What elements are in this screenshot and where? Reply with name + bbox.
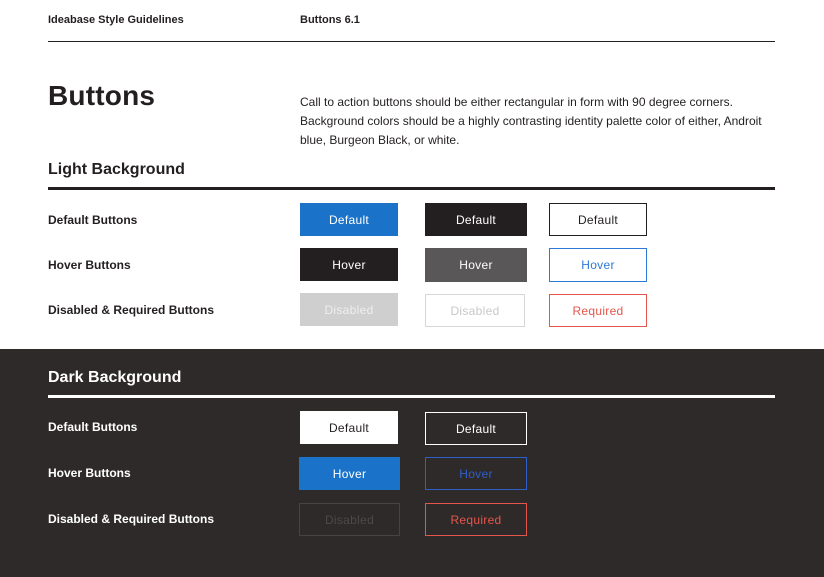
dark-section-rule: [48, 395, 775, 398]
dark-default-outline-button[interactable]: Default: [425, 412, 527, 445]
light-section-rule: [48, 187, 775, 190]
intro-text: Call to action buttons should be either …: [300, 95, 762, 147]
light-hover-grey-button[interactable]: Hover: [425, 248, 527, 282]
light-default-black-button[interactable]: Default: [425, 203, 527, 236]
dark-hover-label: Hover Buttons: [48, 466, 131, 480]
light-default-label: Default Buttons: [48, 213, 138, 227]
dark-hover-blue-button[interactable]: Hover: [299, 457, 400, 490]
light-hover-outline-button[interactable]: Hover: [549, 248, 647, 282]
dark-default-label: Default Buttons: [48, 420, 138, 434]
dark-default-white-button[interactable]: Default: [300, 411, 398, 444]
guide-title: Ideabase Style Guidelines: [48, 14, 184, 26]
light-disabled-label: Disabled & Required Buttons: [48, 303, 215, 317]
dark-disabled-label: Disabled & Required Buttons: [48, 512, 215, 526]
dark-hover-outline-button[interactable]: Hover: [425, 457, 527, 490]
section-number: Buttons 6.1: [300, 14, 360, 26]
page-title: Buttons: [48, 80, 156, 111]
light-disabled-outline-button: Disabled: [425, 294, 525, 327]
light-required-button[interactable]: Required: [549, 294, 647, 327]
light-default-blue-button[interactable]: Default: [300, 203, 398, 236]
light-hover-black-button[interactable]: Hover: [300, 248, 398, 281]
dark-required-button[interactable]: Required: [425, 503, 527, 536]
light-hover-label: Hover Buttons: [48, 258, 131, 272]
header-divider: [48, 41, 775, 42]
light-default-white-button[interactable]: Default: [549, 203, 647, 236]
dark-section-title: Dark Background: [48, 369, 182, 386]
light-section-title: Light Background: [48, 161, 185, 178]
light-disabled-filled-button: Disabled: [300, 293, 398, 326]
dark-disabled-button: Disabled: [299, 503, 400, 536]
